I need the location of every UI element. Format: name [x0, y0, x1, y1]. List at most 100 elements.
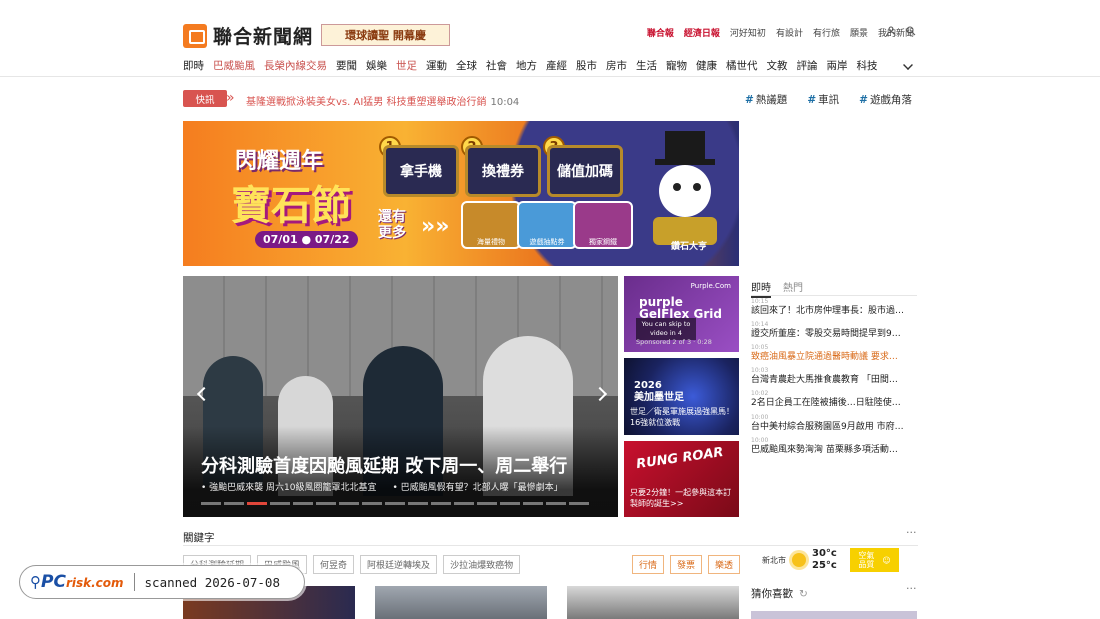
carousel-dot[interactable]: [224, 502, 244, 505]
hashtag-0[interactable]: # 熱議題: [745, 92, 787, 107]
search-icon[interactable]: [906, 26, 916, 36]
nav-item-20[interactable]: 科技: [857, 58, 878, 73]
carousel-dot[interactable]: [362, 502, 382, 505]
news-item[interactable]: 10:00 台中美村綜合服務園區9月啟用 市府…: [751, 414, 917, 433]
hero-carousel[interactable]: 分科測驗首度因颱風延期 改下周一、周二舉行 強颱巴威來襲 周六10級風圈籠罩北北…: [183, 276, 618, 517]
news-item[interactable]: 10:03 台灣青農赴大馬推食農教育 「田間…: [751, 367, 917, 386]
nav-item-10[interactable]: 產經: [546, 58, 567, 73]
carousel-dot[interactable]: [477, 502, 497, 505]
nav-item-7[interactable]: 全球: [456, 58, 477, 73]
nav-item-2[interactable]: 長榮內線交易: [264, 58, 327, 73]
carousel-dot[interactable]: [247, 502, 267, 505]
magnifier-icon: ⚲: [30, 573, 41, 591]
nav-item-9[interactable]: 地方: [516, 58, 537, 73]
banner-title: 閃耀週年: [235, 149, 324, 174]
toplink-4[interactable]: 願景: [850, 26, 868, 39]
news-item[interactable]: 10:15 該回來了！北市房仲理事長：股市過…: [751, 298, 917, 317]
promo-badge[interactable]: 環球讀聖 開幕慶: [321, 24, 450, 46]
site-logo[interactable]: 聯合新聞網: [183, 22, 313, 49]
nav-item-12[interactable]: 房市: [606, 58, 627, 73]
nav-item-18[interactable]: 評論: [797, 58, 818, 73]
nav-item-3[interactable]: 要聞: [336, 58, 357, 73]
refresh-icon[interactable]: ↻: [799, 588, 808, 600]
keyword-chip[interactable]: 何昱奇: [313, 555, 355, 574]
skip-notice: You can skip to video in 4: [636, 318, 696, 340]
keywords-divider: [183, 545, 918, 546]
carousel-dot[interactable]: [316, 502, 336, 505]
chevron-down-icon[interactable]: [903, 60, 913, 70]
hashtag-1[interactable]: # 車訊: [807, 92, 839, 107]
carousel-dot[interactable]: [408, 502, 428, 505]
toplink-2[interactable]: 有設計: [776, 26, 803, 39]
nav-item-0[interactable]: 即時: [183, 58, 204, 73]
keyword-chip[interactable]: 阿根廷逆轉埃及: [360, 555, 438, 574]
hero-sublink-1[interactable]: 巴威颱風假有望？北部人曝「最慘劇本」: [393, 480, 563, 493]
banner-title-main: 寶石節: [231, 183, 351, 229]
hero-caption[interactable]: 分科測驗首度因颱風延期 改下周一、周二舉行: [201, 452, 567, 478]
carousel-dot[interactable]: [523, 502, 543, 505]
breaking-headline[interactable]: 基隆選戰掀泳裝美女vs. AI猛男 科技重塑選舉政治行銷 10:04: [246, 93, 519, 108]
hero-sublink-0[interactable]: 強颱巴威來襲 周六10級風圈籠罩北北基宜: [201, 480, 376, 493]
carousel-dot[interactable]: [546, 502, 566, 505]
video-ad-thumb[interactable]: Purple.Com purple GelFlex Grid You can s…: [624, 276, 739, 352]
promo-thumb[interactable]: RUNG ROAR 只要2分鐘！一起參與這本訂製師的誕生>>: [624, 441, 739, 517]
news-title: 台灣青農赴大馬推食農教育 「田間…: [751, 375, 898, 385]
quick-link[interactable]: 行情: [632, 555, 665, 574]
news-item[interactable]: 10:05 致癌油風暴立院通過醫時動議 要求…: [751, 344, 917, 363]
news-time: 10:15: [751, 298, 769, 305]
news-time: 10:03: [751, 367, 769, 374]
news-title: 該回來了！北市房仲理事長：股市過…: [751, 306, 905, 316]
nav-item-19[interactable]: 兩岸: [827, 58, 848, 73]
keyword-chip[interactable]: 沙拉油爆致癌物: [443, 555, 521, 574]
banner-ad[interactable]: 閃耀週年 寶石節 07/01 ● 07/22 還有更多 »» 1 拿手機 2 換…: [183, 121, 739, 266]
more-icon[interactable]: ···: [906, 526, 917, 539]
carousel-dot[interactable]: [569, 502, 589, 505]
toplink-money[interactable]: 經濟日報: [684, 26, 720, 39]
carousel-dot[interactable]: [270, 502, 290, 505]
quick-link[interactable]: 發票: [670, 555, 703, 574]
nav-item-17[interactable]: 文教: [767, 58, 788, 73]
carousel-dot[interactable]: [201, 502, 221, 505]
banner-date: 07/01 ● 07/22: [255, 231, 358, 248]
air-quality-badge[interactable]: 空氣品質 ☺: [850, 548, 899, 572]
watermark-brand: PC: [41, 572, 66, 592]
toplink-udn[interactable]: 聯合報: [647, 26, 674, 39]
weather-widget[interactable]: 新北市 30°c 25°c: [762, 548, 837, 572]
recommend-thumb[interactable]: [751, 611, 917, 619]
toplink-3[interactable]: 有行旅: [813, 26, 840, 39]
toplink-1[interactable]: 河好知初: [730, 26, 766, 39]
nav-item-4[interactable]: 娛樂: [366, 58, 387, 73]
nav-item-5[interactable]: 世足: [396, 58, 417, 73]
thumb-headline: RUNG ROAR: [635, 444, 725, 473]
hashtag-label: 車訊: [818, 94, 840, 106]
carousel-dot[interactable]: [431, 502, 451, 505]
worldcup-thumb[interactable]: 2026 美加墨世足 世足／衛冕軍施展過強黑馬！16強就位激戰: [624, 358, 739, 435]
carousel-dot[interactable]: [339, 502, 359, 505]
more-icon[interactable]: ···: [906, 582, 917, 595]
news-item[interactable]: 10:02 2名日企員工在陸被捕後…日駐陸使…: [751, 390, 917, 409]
thumb-headline: 2026 美加墨世足: [634, 380, 684, 403]
news-item[interactable]: 10:00 巴威颱風來勢洶洶 苗栗縣多項活動…: [751, 437, 917, 456]
nav-item-8[interactable]: 社會: [486, 58, 507, 73]
hashtag-2[interactable]: # 遊戲角落: [859, 92, 912, 107]
user-icon[interactable]: [886, 26, 896, 36]
hashtag-links: # 熱議題 # 車訊 # 遊戲角落: [745, 92, 912, 107]
carousel-dot[interactable]: [500, 502, 520, 505]
article-thumb[interactable]: [375, 586, 547, 619]
carousel-dot[interactable]: [385, 502, 405, 505]
nav-item-15[interactable]: 健康: [696, 58, 717, 73]
nav-item-11[interactable]: 股市: [576, 58, 597, 73]
nav-item-6[interactable]: 運動: [426, 58, 447, 73]
nav-item-1[interactable]: 巴威颱風: [213, 58, 255, 73]
carousel-dot[interactable]: [454, 502, 474, 505]
nav-item-14[interactable]: 寵物: [666, 58, 687, 73]
news-item[interactable]: 10:14 證交所董座：零股交易時間提早到9…: [751, 321, 917, 340]
quick-link[interactable]: 樂透: [708, 555, 741, 574]
article-thumb[interactable]: [567, 586, 739, 619]
ad-brand: purple GelFlex Grid: [639, 295, 722, 321]
nav-item-16[interactable]: 橘世代: [726, 58, 758, 73]
carousel-dot[interactable]: [293, 502, 313, 505]
face-icon: ☺: [882, 555, 891, 565]
hash-icon: #: [807, 94, 817, 106]
nav-item-13[interactable]: 生活: [636, 58, 657, 73]
